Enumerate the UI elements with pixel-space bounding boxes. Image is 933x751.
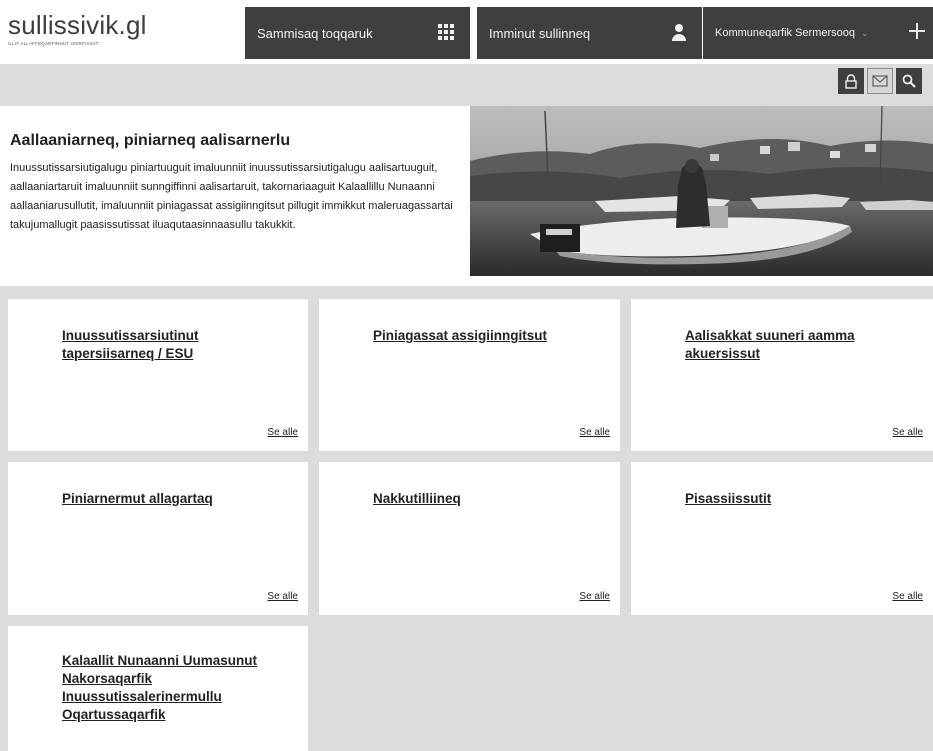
card-species[interactable]: Piniagassat assigiinngitsut Se alle (319, 299, 620, 451)
card-title[interactable]: Piniarnermut allagartaq (62, 490, 213, 508)
see-all-link[interactable]: Se alle (579, 591, 610, 602)
search-icon[interactable] (896, 68, 922, 94)
user-icon (672, 24, 686, 42)
hero-section: Aallaaniarneq, piniarneq aalisarnerlu In… (0, 106, 933, 290)
nav-services-label: Sammisaq toqqaruk (257, 25, 373, 41)
card-quotas[interactable]: Pisassiissutit Se alle (631, 462, 933, 615)
see-all-link[interactable]: Se alle (267, 591, 298, 602)
card-title[interactable]: Pisassiissutit (685, 490, 771, 508)
see-all-link[interactable]: Se alle (892, 427, 923, 438)
card-fishing-licence[interactable]: Aalisakkat suuneri aamma akuersissut Se … (631, 299, 933, 451)
utility-bar (0, 64, 933, 106)
see-all-link[interactable]: Se alle (892, 591, 923, 602)
municipality-label: Kommuneqarfik Sermersooq (715, 27, 856, 39)
card-inspection[interactable]: Nakkutilliineq Se alle (319, 462, 620, 615)
mail-icon[interactable] (867, 68, 893, 94)
logo-tagline: ILLIT ALLAFFEQARFINNUT ISERFISSAT (8, 41, 99, 46)
card-esu[interactable]: Inuussutissarsiutinut tapersiisarneq / E… (8, 299, 308, 451)
page-title: Aallaaniarneq, piniarneq aalisarnerlu (10, 132, 291, 149)
card-title[interactable]: Piniagassat assigiinngitsut (373, 327, 547, 345)
nav-self-service[interactable]: Imminut sullinneq (477, 7, 702, 59)
logo-text: sullissivik.gl (8, 10, 147, 40)
fisherman-boat-photo (470, 106, 933, 276)
top-bar: sullissivik.gl ILLIT ALLAFFEQARFINNUT IS… (0, 0, 933, 64)
see-all-link[interactable]: Se alle (579, 427, 610, 438)
nav-self-service-label: Imminut sullinneq (489, 25, 591, 41)
card-title[interactable]: Kalaallit Nunaanni Uumasunut Nakorsaqarf… (62, 652, 302, 724)
card-title[interactable]: Aalisakkat suuneri aamma akuersissut (685, 327, 905, 363)
hero-text: Aallaaniarneq, piniarneq aalisarnerlu In… (10, 132, 455, 235)
plus-icon[interactable] (909, 23, 925, 39)
hero-description: Inuussutissarsiutigalugu piniartuuguit i… (10, 162, 453, 231)
see-all-link[interactable]: Se alle (267, 427, 298, 438)
chevron-down-icon: ⌄ (861, 27, 869, 38)
site-logo[interactable]: sullissivik.gl ILLIT ALLAFFEQARFINNUT IS… (8, 10, 208, 54)
municipality-selector[interactable]: Kommuneqarfik Sermersooq ⌄ (703, 7, 933, 59)
lock-icon[interactable] (838, 68, 864, 94)
nav-services[interactable]: Sammisaq toqqaruk (245, 7, 470, 59)
card-veterinary-authority[interactable]: Kalaallit Nunaanni Uumasunut Nakorsaqarf… (8, 626, 308, 751)
card-hunting-licence[interactable]: Piniarnermut allagartaq Se alle (8, 462, 308, 615)
grid-icon (438, 24, 454, 40)
card-title[interactable]: Nakkutilliineq (373, 490, 461, 508)
card-title[interactable]: Inuussutissarsiutinut tapersiisarneq / E… (62, 327, 272, 363)
